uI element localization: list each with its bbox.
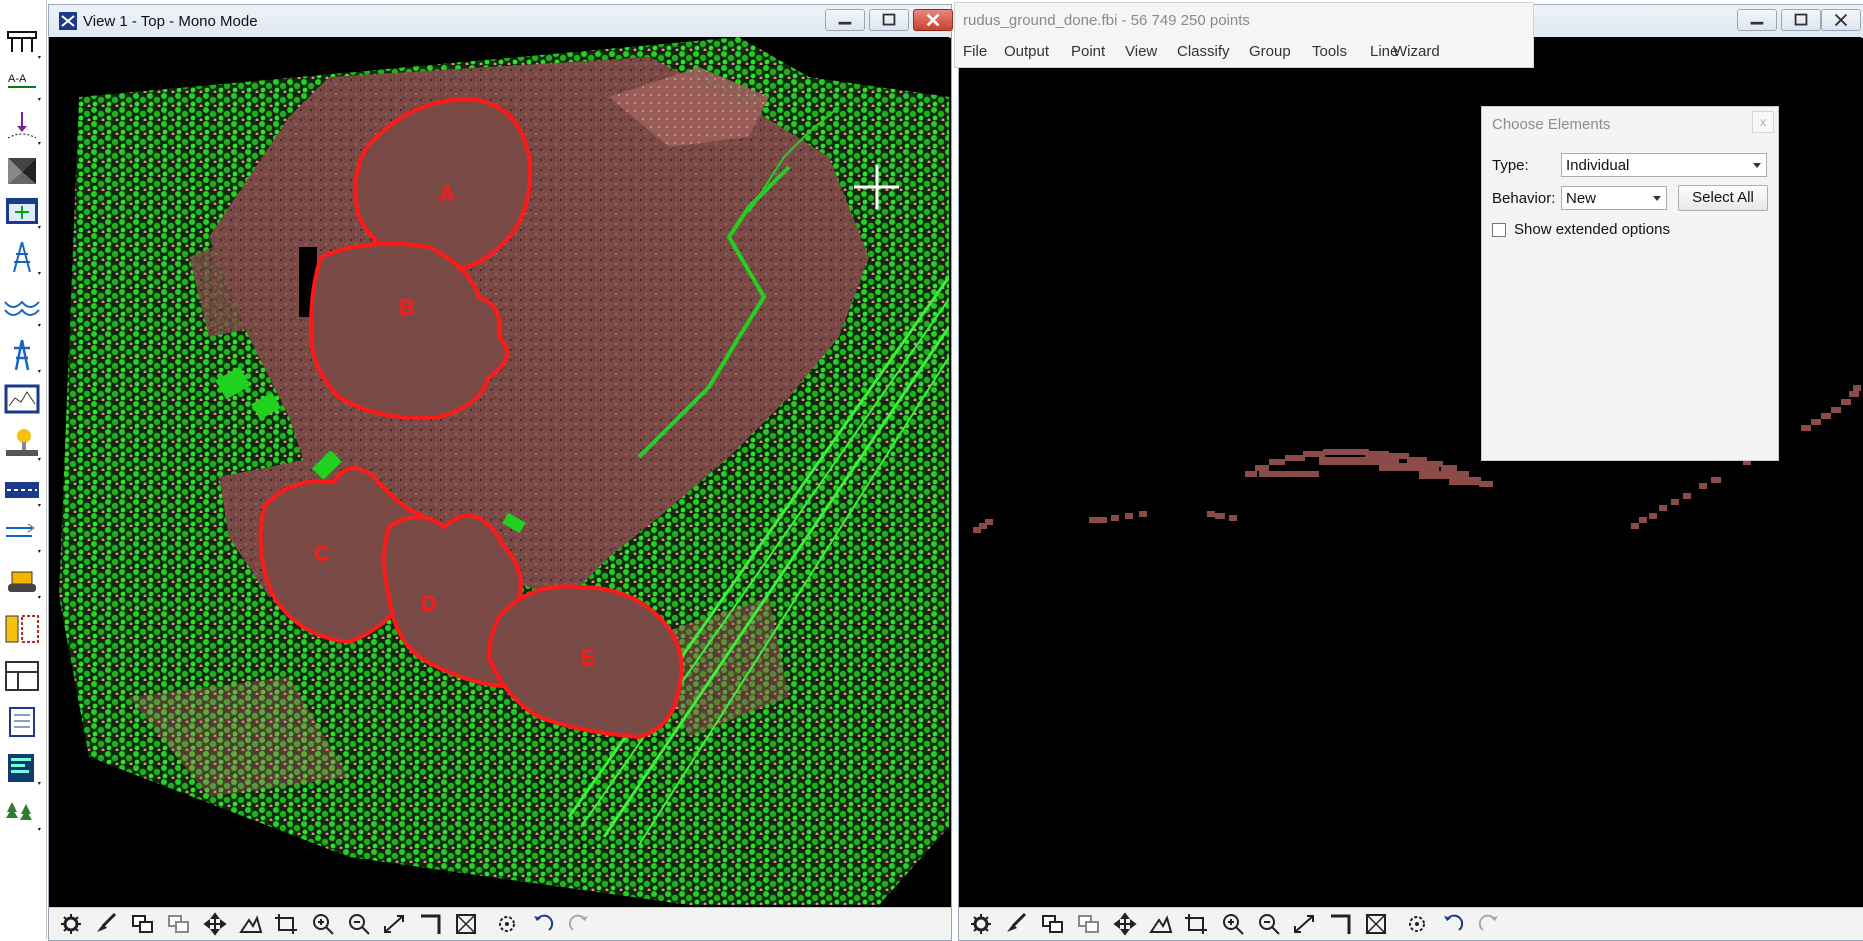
menu-wizard[interactable]: Wizard: [1393, 43, 1440, 60]
rotate-icon[interactable]: [493, 912, 521, 936]
layers-gray-icon[interactable]: [165, 912, 193, 936]
brush-icon[interactable]: [1003, 912, 1031, 936]
settings-icon[interactable]: [57, 912, 85, 936]
choose-elements-dialog: Choose Elements x Type: Individual Behav…: [1481, 106, 1779, 461]
menu-view[interactable]: View: [1125, 43, 1157, 60]
report-icon[interactable]: [2, 702, 42, 742]
region-label-d: D: [421, 591, 437, 616]
file-title: rudus_ground_done.fbi - 56 749 250 point…: [963, 12, 1250, 29]
dialog-title: Choose Elements: [1492, 116, 1611, 133]
show-extended-label: Show extended options: [1514, 221, 1670, 238]
view-toolbar: [49, 907, 951, 940]
cable-icon[interactable]: [2, 516, 42, 556]
fit-icon[interactable]: [237, 912, 265, 936]
menu-point[interactable]: Point: [1071, 43, 1105, 60]
behavior-select[interactable]: New: [1561, 186, 1667, 210]
pylon-icon[interactable]: [2, 336, 42, 376]
zoom-extent-icon[interactable]: [381, 912, 409, 936]
lamp-icon[interactable]: [2, 424, 42, 464]
section-toolbar: [959, 907, 1863, 940]
left-toolbar: A-A: [0, 0, 47, 939]
menu-output[interactable]: Output: [1004, 43, 1049, 60]
chevron-down-icon: [1753, 163, 1761, 168]
region-label-b: B: [399, 295, 415, 320]
redo-icon[interactable]: [1475, 912, 1503, 936]
layers-icon[interactable]: [1039, 912, 1067, 936]
section-icon[interactable]: [2, 22, 42, 62]
crop-icon[interactable]: [1183, 912, 1211, 936]
tower-icon[interactable]: [2, 238, 42, 278]
view-title: View 1 - Top - Mono Mode: [83, 13, 258, 30]
region-label-e: E: [581, 645, 596, 670]
zoom-out-icon[interactable]: [345, 912, 373, 936]
undo-icon[interactable]: [529, 912, 557, 936]
fit-icon[interactable]: [1147, 912, 1175, 936]
close-button[interactable]: [1821, 9, 1861, 31]
select-all-button[interactable]: Select All: [1678, 185, 1768, 211]
layers-icon[interactable]: [129, 912, 157, 936]
frame-icon[interactable]: [2, 610, 42, 650]
cut-section-icon[interactable]: A-A: [2, 64, 42, 104]
menu-tools[interactable]: Tools: [1312, 43, 1347, 60]
section-label: A-A: [8, 73, 27, 85]
dialog-close-button[interactable]: x: [1752, 111, 1774, 133]
behavior-value: New: [1566, 190, 1597, 207]
frame-icon[interactable]: [417, 912, 445, 936]
close-button[interactable]: [913, 9, 953, 31]
menu-bar: File Output Point View Classify Group To…: [955, 37, 1533, 65]
pan-icon[interactable]: [1111, 912, 1139, 936]
maximize-button[interactable]: [1781, 9, 1821, 31]
wire-icon[interactable]: [2, 290, 42, 330]
zoom-in-icon[interactable]: [309, 912, 337, 936]
rotate-icon[interactable]: [1403, 912, 1431, 936]
pan-icon[interactable]: [201, 912, 229, 936]
crop-icon[interactable]: [273, 912, 301, 936]
maximize-button[interactable]: [869, 9, 909, 31]
type-label: Type:: [1492, 157, 1529, 174]
point-cloud-view[interactable]: [49, 37, 949, 905]
menu-group[interactable]: Group: [1249, 43, 1291, 60]
box-icon[interactable]: [1363, 912, 1391, 936]
app-icon: [59, 12, 77, 30]
point-drop-icon[interactable]: [2, 108, 42, 148]
minimize-button[interactable]: [1737, 9, 1777, 31]
triangle-icon[interactable]: [2, 150, 42, 190]
frame-icon[interactable]: [1327, 912, 1355, 936]
show-extended-checkbox[interactable]: [1492, 223, 1506, 237]
road-icon[interactable]: [2, 470, 42, 510]
menu-classify[interactable]: Classify: [1177, 43, 1230, 60]
profile-icon[interactable]: [2, 380, 42, 420]
layers-gray-icon[interactable]: [1075, 912, 1103, 936]
region-label-a: A: [439, 181, 455, 206]
behavior-label: Behavior:: [1492, 190, 1556, 207]
zoom-in-icon[interactable]: [1219, 912, 1247, 936]
main-menu-window: rudus_ground_done.fbi - 56 749 250 point…: [954, 2, 1534, 68]
region-label-c: C: [314, 541, 330, 566]
undo-icon[interactable]: [1439, 912, 1467, 936]
settings-icon[interactable]: [967, 912, 995, 936]
grid-icon[interactable]: [2, 656, 42, 696]
view-titlebar: View 1 - Top - Mono Mode: [49, 5, 953, 38]
view-icon[interactable]: [2, 192, 42, 232]
zoom-out-icon[interactable]: [1255, 912, 1283, 936]
minimize-button[interactable]: [825, 9, 865, 31]
view-window: View 1 - Top - Mono Mode A B C D E: [48, 4, 953, 941]
trees-icon[interactable]: [2, 794, 42, 834]
box-icon[interactable]: [453, 912, 481, 936]
type-select[interactable]: Individual: [1561, 153, 1767, 177]
menu-file[interactable]: File: [963, 43, 987, 60]
chevron-down-icon: [1653, 196, 1661, 201]
type-value: Individual: [1566, 157, 1630, 174]
zoom-extent-icon[interactable]: [1291, 912, 1319, 936]
brush-icon[interactable]: [93, 912, 121, 936]
graph-icon[interactable]: [2, 748, 42, 788]
redo-icon[interactable]: [565, 912, 593, 936]
bulldozer-icon[interactable]: [2, 562, 42, 602]
